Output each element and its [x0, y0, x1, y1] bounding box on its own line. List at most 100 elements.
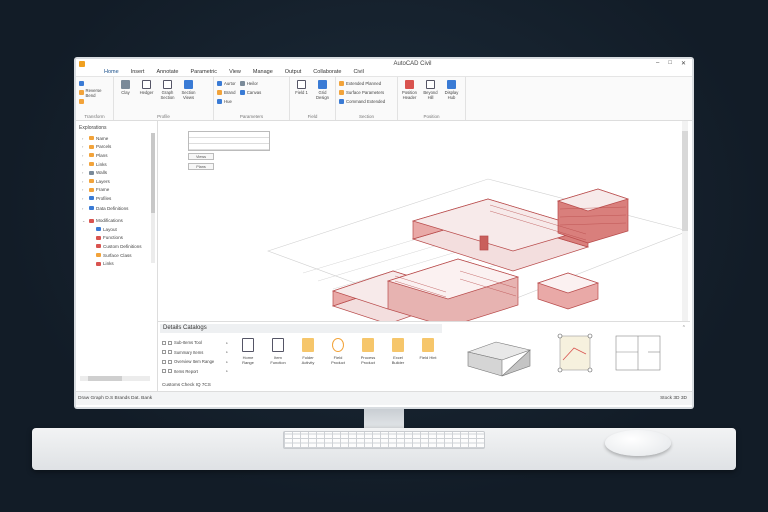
tree-subitem[interactable]: Surface Class: [76, 251, 157, 260]
status-right: Stock 3D 3D: [660, 396, 687, 401]
section-views-label: Section Views: [181, 90, 196, 100]
map-preview[interactable]: [557, 333, 593, 373]
tab-collaborate[interactable]: Collaborate: [307, 68, 347, 76]
tree-item[interactable]: › Name: [76, 134, 157, 143]
tree-item[interactable]: › Links: [76, 160, 157, 169]
checkbox[interactable]: [162, 369, 166, 374]
tab-view[interactable]: View: [223, 68, 247, 76]
tree-item[interactable]: › Profiles: [76, 194, 157, 203]
command-extended-button[interactable]: Command Extended: [346, 99, 385, 104]
graph-icon: [163, 80, 172, 89]
keyboard: [283, 431, 485, 449]
grid-icon: [318, 80, 327, 89]
hedger-label: Hedger: [139, 90, 154, 95]
tree-subitem[interactable]: Layout: [76, 225, 157, 234]
tab-annotate[interactable]: Annotate: [150, 68, 184, 76]
tile-label: Home Range: [242, 355, 254, 365]
catalog-list: Sub-Items Tool ▸ Summary Items ▸ Overview …: [162, 338, 228, 376]
tile-label: Field Hint: [419, 355, 437, 360]
grid-design-label: Grid Design: [315, 90, 330, 100]
list-item-label: Summary Items: [174, 349, 204, 355]
drawing-viewport[interactable]: Views Plans: [158, 121, 688, 321]
caret-icon: ›: [82, 178, 84, 184]
catalog-tile[interactable]: Field Hint: [418, 338, 438, 365]
tab-home[interactable]: Home: [98, 68, 125, 76]
tile-label: Process Product: [360, 355, 376, 365]
tree-item[interactable]: › Walls: [76, 168, 157, 177]
tree-section-data[interactable]: › Data Definitions: [76, 204, 157, 213]
tree-item[interactable]: › Plans: [76, 151, 157, 160]
hue-icon: [217, 99, 222, 104]
explorer-scrollbar[interactable]: [151, 133, 155, 263]
tree-subitem[interactable]: Links: [76, 259, 157, 268]
close-button[interactable]: ✕: [681, 60, 686, 67]
viewport-scrollbar[interactable]: [682, 121, 688, 321]
explorer-title: Explorations: [79, 125, 107, 131]
extended-planned-button[interactable]: Extended Planned: [346, 81, 381, 86]
tree-subitem[interactable]: Functions: [76, 234, 157, 243]
block-preview[interactable]: [466, 341, 532, 377]
checkbox[interactable]: [162, 340, 166, 345]
tree-subitem[interactable]: Custom Definitions: [76, 242, 157, 251]
hue-button[interactable]: Hue: [224, 99, 232, 104]
list-item[interactable]: Overview Item Range ▸: [162, 357, 228, 367]
tree-item-label: Plans: [96, 152, 108, 158]
details-catalog-panel: Details Catalogs Sub-Items Tool ▸ Summary…: [160, 324, 442, 390]
list-item[interactable]: Items Report ▸: [162, 367, 228, 377]
tree-item[interactable]: › Layers: [76, 177, 157, 186]
tab-civil[interactable]: Civil: [347, 68, 369, 76]
catalog-tile[interactable]: Excel Builder: [388, 338, 408, 365]
heilor-button[interactable]: Heilor: [247, 81, 258, 86]
tree-item[interactable]: › Parcels: [76, 143, 157, 152]
item-icon: [168, 359, 172, 364]
app-icon: [79, 60, 85, 67]
brand-button[interactable]: Brand: [224, 90, 235, 95]
scroll-thumb[interactable]: [151, 133, 155, 213]
details-catalog-title: Details Catalogs: [160, 324, 442, 333]
tree-section-modifications[interactable]: ⌄ Modifications: [76, 216, 157, 225]
canvas-button[interactable]: Canvas: [247, 90, 262, 95]
list-item[interactable]: Sub-Items Tool ▸: [162, 338, 228, 348]
item-icon: [168, 340, 172, 345]
scroll-thumb[interactable]: [682, 131, 688, 231]
catalog-tile[interactable]: Field Product: [328, 338, 348, 365]
beyond-hill-label: Beyond Hill: [423, 90, 438, 100]
tree-item-label: Custom Definitions: [103, 243, 142, 249]
screen: AutoCAD Civil – □ ✕ Home Insert Annotate…: [76, 59, 692, 407]
floorplan-preview[interactable]: [615, 335, 661, 371]
catalog-tile[interactable]: Item Function: [268, 338, 288, 365]
ribbon-group-label: Parameters: [239, 114, 264, 119]
extended-icon: [339, 81, 344, 86]
graph-section-label: Graph Section: [160, 90, 175, 100]
aurtor-button[interactable]: Aurtor: [224, 81, 236, 86]
tab-insert[interactable]: Insert: [125, 68, 151, 76]
catalog-tile[interactable]: Process Product: [358, 338, 378, 365]
catalog-tile[interactable]: Folder Activity: [298, 338, 318, 365]
status-bar: Draw Graph D.S Brands Dat. Bank Stock 3D…: [76, 391, 692, 405]
maximize-button[interactable]: □: [668, 60, 672, 67]
ribbon-group-label: Section: [358, 114, 374, 119]
minimize-button[interactable]: –: [656, 60, 659, 67]
clay-label: Clay: [121, 90, 130, 95]
checkbox[interactable]: [162, 359, 166, 364]
tree-item-label: Functions: [103, 235, 123, 241]
explorer-hscrollbar[interactable]: [80, 376, 150, 381]
list-item[interactable]: Summary Items ▸: [162, 348, 228, 358]
collapse-icon[interactable]: ⌃: [682, 325, 686, 331]
chevron-right-icon: ▸: [226, 369, 228, 374]
surface-parameters-button[interactable]: Surface Parameters: [346, 90, 384, 95]
ribbon-group-parameters: Aurtor Brand Hue Heilor Canvas Parameter…: [214, 77, 290, 120]
list-item-label: Sub-Items Tool: [174, 340, 202, 346]
tree-item[interactable]: › Frame: [76, 186, 157, 195]
tab-output[interactable]: Output: [279, 68, 308, 76]
node-icon: [79, 99, 84, 104]
tab-parametric[interactable]: Parametric: [184, 68, 223, 76]
tree-item-label: Links: [96, 161, 107, 167]
catalog-tile[interactable]: Home Range: [238, 338, 258, 365]
scroll-thumb[interactable]: [88, 376, 122, 381]
building-mass: [331, 188, 630, 321]
checkbox[interactable]: [162, 350, 166, 355]
tab-manage[interactable]: Manage: [247, 68, 279, 76]
reverse-bend-button[interactable]: Reverse Bend: [86, 88, 111, 98]
folder-icon: [89, 162, 94, 167]
